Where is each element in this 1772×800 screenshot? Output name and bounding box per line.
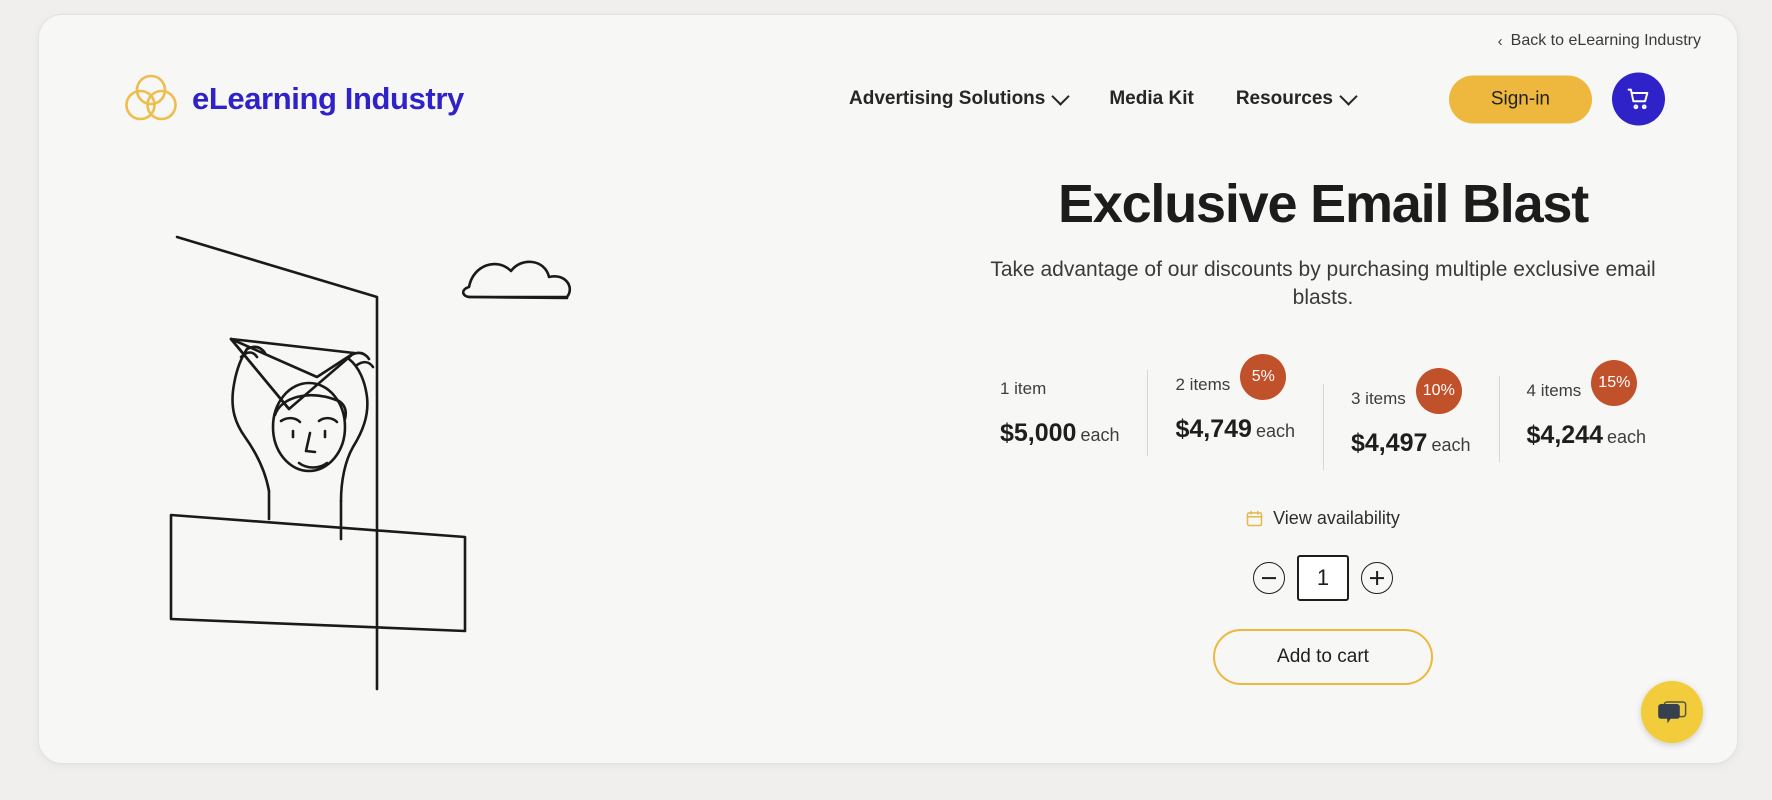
discount-badge: 5% (1240, 354, 1286, 400)
nav-item-media-kit[interactable]: Media Kit (1109, 88, 1193, 110)
three-circles-logo-icon (123, 71, 179, 127)
tier-quantity: 2 items (1175, 375, 1230, 395)
tier-price: $4,749each (1175, 415, 1295, 444)
shopping-cart-icon (1626, 87, 1651, 112)
header-actions: Sign-in (1449, 73, 1665, 126)
pricing-tier[interactable]: 3 items 10% $4,497each (1323, 378, 1499, 458)
availability-label: View availability (1273, 508, 1400, 529)
page-title: Exclusive Email Blast (1058, 175, 1588, 234)
decrease-quantity-button[interactable] (1253, 562, 1285, 594)
back-link-label: Back to eLearning Industry (1511, 32, 1701, 50)
pricing-tiers: 1 item $5,000each 2 items 5% $4,749each (972, 368, 1674, 458)
site-header: eLearning Industry Advertising Solutions… (39, 61, 1737, 137)
illustration-column (39, 147, 909, 763)
quantity-input[interactable] (1297, 555, 1349, 601)
tier-header: 2 items 5% (1175, 364, 1295, 406)
logo-text: eLearning Industry (192, 81, 464, 117)
chat-widget-button[interactable] (1641, 681, 1703, 743)
sign-in-button[interactable]: Sign-in (1449, 75, 1592, 123)
tier-price-unit: each (1080, 425, 1119, 445)
back-to-elearning-industry-link[interactable]: ‹ Back to eLearning Industry (1498, 32, 1701, 50)
tier-price-value: $4,749 (1175, 415, 1251, 443)
calendar-icon (1246, 510, 1263, 527)
tier-price-unit: each (1256, 421, 1295, 441)
logo[interactable]: eLearning Industry (123, 71, 464, 127)
tier-header: 1 item (1000, 368, 1120, 410)
product-subtitle: Take advantage of our discounts by purch… (961, 256, 1686, 312)
tier-price-unit: each (1607, 427, 1646, 447)
nav-item-advertising-solutions[interactable]: Advertising Solutions (849, 88, 1067, 110)
main-nav: Advertising Solutions Media Kit Resource… (849, 88, 1355, 110)
nav-label: Resources (1236, 88, 1333, 110)
quantity-stepper (1253, 555, 1393, 601)
product-body: Exclusive Email Blast Take advantage of … (39, 147, 1737, 763)
tier-price-value: $5,000 (1000, 419, 1076, 447)
cart-button[interactable] (1612, 73, 1665, 126)
tier-price: $5,000each (1000, 419, 1120, 448)
tier-price: $4,497each (1351, 429, 1471, 458)
tier-header: 3 items 10% (1351, 378, 1471, 420)
discount-badge: 10% (1416, 368, 1462, 414)
tier-price-value: $4,244 (1527, 421, 1603, 449)
view-availability-link[interactable]: View availability (1246, 508, 1400, 529)
tier-price-unit: each (1431, 435, 1470, 455)
page-root: ‹ Back to eLearning Industry eLearning I… (0, 0, 1772, 800)
tier-header: 4 items 15% (1527, 370, 1647, 412)
tier-price: $4,244each (1527, 421, 1647, 450)
tier-quantity: 3 items (1351, 389, 1406, 409)
nav-label: Advertising Solutions (849, 88, 1045, 110)
pricing-tier[interactable]: 1 item $5,000each (972, 368, 1148, 448)
increase-quantity-button[interactable] (1361, 562, 1393, 594)
tier-price-value: $4,497 (1351, 429, 1427, 457)
chevron-down-icon (1339, 87, 1357, 105)
chevron-left-icon: ‹ (1498, 34, 1503, 49)
tier-quantity: 4 items (1527, 381, 1582, 401)
chat-bubble-icon (1657, 697, 1687, 727)
product-card: ‹ Back to eLearning Industry eLearning I… (38, 14, 1738, 764)
product-info-column: Exclusive Email Blast Take advantage of … (909, 147, 1737, 763)
add-to-cart-button[interactable]: Add to cart (1213, 629, 1433, 685)
tier-quantity: 1 item (1000, 379, 1046, 399)
chevron-down-icon (1052, 87, 1070, 105)
discount-badge: 15% (1591, 360, 1637, 406)
pricing-tier[interactable]: 4 items 15% $4,244each (1499, 370, 1675, 450)
nav-label: Media Kit (1109, 88, 1193, 110)
person-holding-paper-plane-line-art-icon (169, 219, 689, 729)
nav-item-resources[interactable]: Resources (1236, 88, 1355, 110)
pricing-tier[interactable]: 2 items 5% $4,749each (1147, 364, 1323, 444)
